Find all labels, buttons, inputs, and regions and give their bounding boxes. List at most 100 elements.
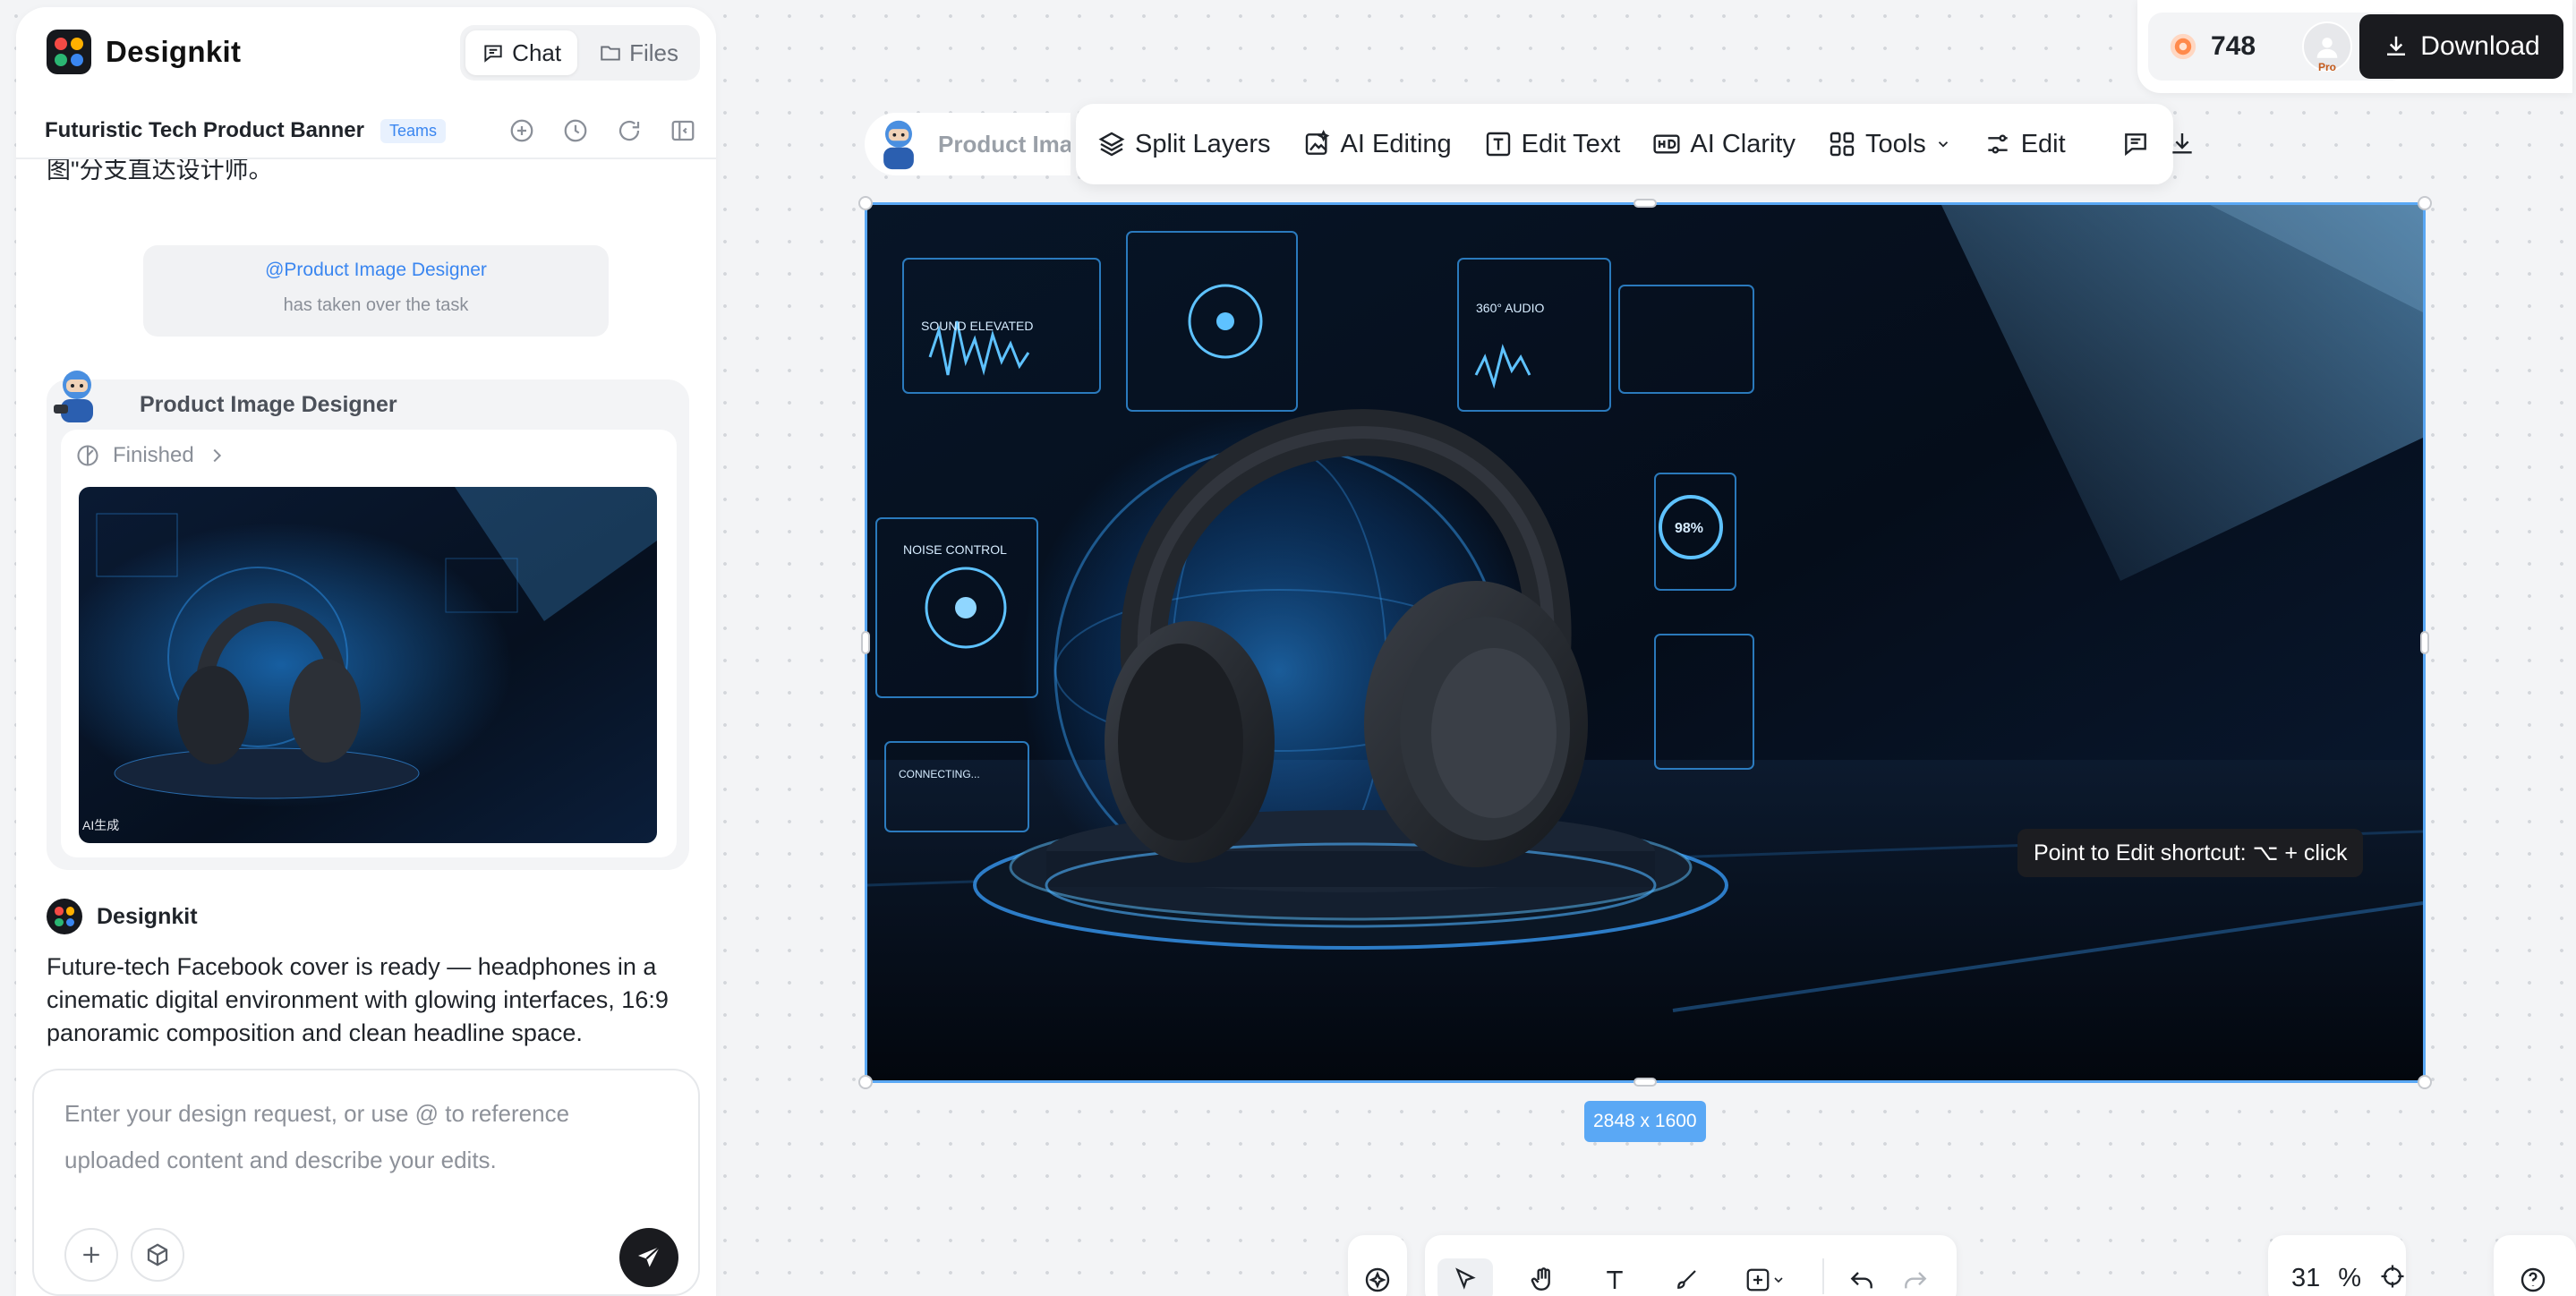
split-layers-label: Split Layers [1135,129,1271,158]
image-text-percent: 98% [1675,521,1703,536]
agent-output: Finished AI生成 [61,430,677,857]
split-layers-button[interactable]: Split Layers [1097,130,1271,159]
assistant-message: Future-tech Facebook cover is ready — he… [47,953,669,1046]
ai-clarity-label: AI Clarity [1690,129,1796,158]
project-title[interactable]: Futuristic Tech Product Banner [45,118,364,143]
ai-clarity-button[interactable]: AI Clarity [1652,130,1796,159]
designkit-logo-icon [47,30,91,74]
task-status-label: Finished [113,443,194,467]
text-box-icon [1484,130,1513,158]
resize-handle-top-left[interactable] [858,196,873,210]
credits-count: 748 [2211,31,2256,61]
image-dimensions-badge: 2848 x 1600 [1584,1101,1706,1142]
image-owner-name: Product Imag [938,130,1070,158]
hand-tool[interactable] [1522,1258,1565,1296]
download-label: Download [2420,31,2540,61]
select-tool[interactable] [1437,1258,1493,1296]
cube-icon [144,1241,171,1268]
resize-handle-bottom[interactable] [1633,1078,1657,1087]
download-button[interactable]: Download [2359,14,2563,79]
tools-divider [1822,1258,1824,1294]
3d-assets-button[interactable] [131,1228,184,1282]
account-bar: 748 Pro Download [2137,0,2572,93]
user-icon [2312,31,2342,62]
collapse-panel-icon[interactable] [668,115,698,146]
image-owner-chip[interactable]: Product Imag [865,113,1070,175]
zoom-value[interactable]: 31 [2291,1264,2320,1293]
generated-image-thumbnail[interactable]: AI生成 [79,487,657,843]
tab-chat-label: Chat [512,38,562,66]
hd-icon [1652,130,1681,158]
redo-button[interactable] [1894,1258,1937,1296]
brush-icon [1673,1266,1700,1293]
selected-image[interactable]: SOUND ELEVATED 360° AUDIO NOISE CONTROL … [858,196,2432,1089]
chat-thread[interactable]: 图"分支直达设计师。 @Product Image Designer has t… [16,159,716,1063]
layers-icon [1097,130,1126,158]
resize-handle-bottom-left[interactable] [858,1075,873,1089]
history-icon[interactable] [560,115,591,146]
agent-avatar-small [872,115,925,173]
fit-to-screen-button[interactable] [2379,1255,2406,1296]
hand-icon [1529,1266,1557,1294]
composer-input[interactable]: Enter your design request, or use @ to r… [64,1090,637,1183]
handoff-status: has taken over the task [283,295,469,315]
message-composer[interactable]: Enter your design request, or use @ to r… [32,1069,700,1296]
tools-dropdown[interactable]: Tools [1828,130,1951,159]
tab-chat[interactable]: Chat [465,30,578,75]
plus-icon [78,1241,105,1268]
edit-text-label: Edit Text [1521,129,1621,158]
designkit-avatar-icon [47,899,82,934]
refresh-icon[interactable] [614,115,644,146]
brush-tool[interactable] [1665,1258,1708,1296]
tab-files[interactable]: Files [583,30,695,75]
point-to-edit-tooltip: Point to Edit shortcut: ⌥ + click [2017,829,2364,877]
resize-handle-top-right[interactable] [2418,196,2432,210]
panel-header: Designkit Chat Files Futuristic Tech Pro… [16,7,716,159]
redo-icon [1901,1266,1930,1294]
insert-dropdown[interactable] [1736,1258,1794,1296]
comment-button[interactable] [2121,123,2150,166]
cursor-icon [1452,1266,1479,1293]
new-chat-icon[interactable] [507,115,537,146]
send-button[interactable] [619,1228,678,1287]
undo-button[interactable] [1840,1258,1883,1296]
help-button[interactable] [2512,1258,2555,1296]
status-dial-icon [75,443,100,468]
edit-label: Edit [2020,129,2066,158]
help-pill [2494,1235,2576,1296]
coin-icon [2168,31,2198,62]
ai-edit-image-icon [1303,130,1332,158]
image-text-sound: SOUND ELEVATED [921,319,1034,333]
resize-handle-left[interactable] [861,631,870,654]
ai-editing-button[interactable]: AI Editing [1303,130,1452,159]
comment-icon [2121,130,2150,158]
add-attachment-button[interactable] [64,1228,118,1282]
text-tool[interactable] [1593,1258,1636,1296]
image-text-noise: NOISE CONTROL [903,542,1007,557]
resize-handle-bottom-right[interactable] [2418,1075,2432,1089]
chevron-down-icon [1771,1273,1786,1287]
assistant-name: Designkit [97,903,198,929]
agent-name: Product Image Designer [140,392,397,417]
ai-locate-button[interactable] [1356,1258,1399,1296]
image-text-connecting: CONNECTING... [899,768,980,780]
ai-generated-caption: AI生成 [82,818,120,832]
edit-text-button[interactable]: Edit Text [1484,129,1621,159]
agent-avatar [48,365,106,426]
brand-name: Designkit [106,35,242,68]
send-icon [635,1243,663,1272]
resize-handle-right[interactable] [2420,631,2429,654]
handoff-mention[interactable]: @Product Image Designer [143,260,609,281]
assistant-header: Designkit [47,899,198,934]
grid-icon [1828,130,1856,158]
zoom-unit: % [2338,1264,2362,1292]
pro-badge: Pro [2318,61,2337,73]
brand[interactable]: Designkit [47,29,241,75]
tab-files-label: Files [629,38,678,66]
folder-icon [599,41,622,64]
edit-button[interactable]: Edit [1983,130,2066,159]
resize-handle-top[interactable] [1633,199,1657,208]
task-status[interactable]: Finished [75,440,226,471]
help-icon [2519,1266,2547,1294]
download-image-button[interactable] [2168,123,2196,166]
